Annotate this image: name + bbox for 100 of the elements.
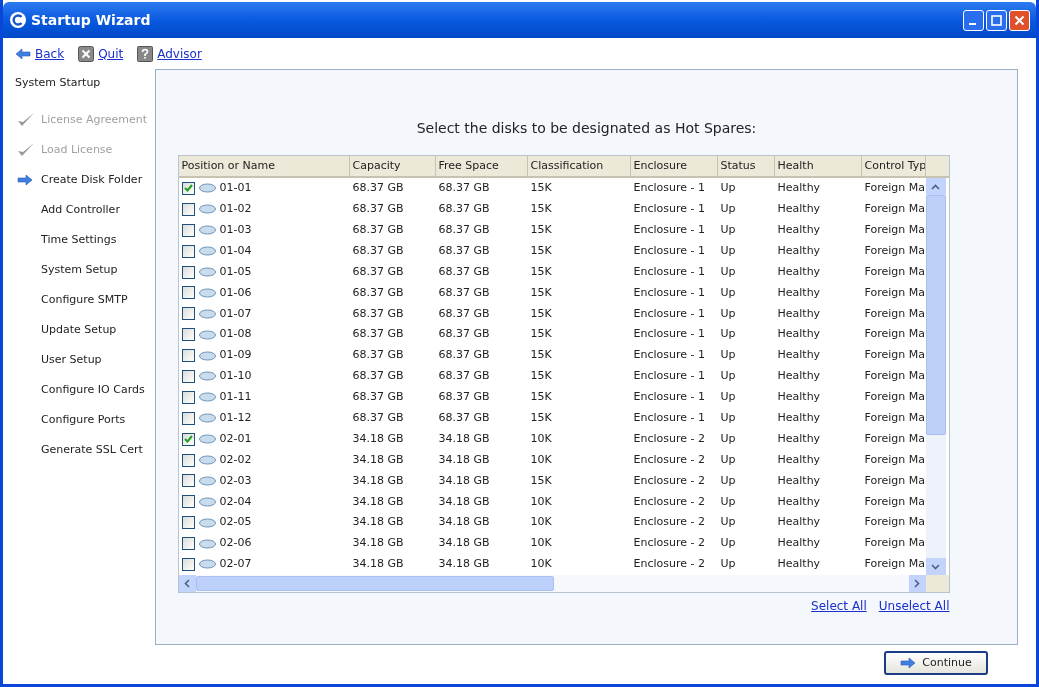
table-cell-text: Healthy xyxy=(777,221,821,238)
column-header[interactable]: Classification xyxy=(527,156,631,178)
sidebar-item[interactable]: Update Setup xyxy=(41,321,117,339)
table-cell: 68.37 GB xyxy=(352,180,404,197)
row-checkbox[interactable] xyxy=(181,244,195,258)
table-cell: 02-07 xyxy=(219,556,252,573)
sidebar-item[interactable]: System Setup xyxy=(41,261,118,279)
table-cell: 15K xyxy=(530,180,552,197)
up-caret-icon xyxy=(931,183,940,190)
row-checkbox[interactable] xyxy=(181,495,195,509)
sidebar-item[interactable]: User Setup xyxy=(41,351,102,369)
row-checkbox[interactable] xyxy=(181,411,195,425)
row-checkbox[interactable] xyxy=(181,557,195,571)
disk-icon xyxy=(198,183,216,194)
table-cell: Enclosure - 1 xyxy=(633,368,705,385)
column-header[interactable]: Position or Name xyxy=(178,156,350,178)
sidebar-item[interactable]: Add Controller xyxy=(41,201,120,219)
table-cell: Enclosure - 2 xyxy=(633,535,705,552)
table-cell: Healthy xyxy=(777,389,821,406)
table-cell-text: 68.37 GB xyxy=(438,221,490,238)
close-button[interactable] xyxy=(1009,9,1030,31)
table-cell-text: Enclosure - 1 xyxy=(633,221,705,238)
table-cell: Healthy xyxy=(777,347,821,364)
table-cell-text: Foreign Ma xyxy=(864,451,925,468)
sidebar-item[interactable]: Configure Ports xyxy=(41,411,126,429)
disk-icon xyxy=(198,434,216,445)
row-checkbox[interactable] xyxy=(181,474,195,488)
column-header[interactable]: Enclosure xyxy=(630,156,718,178)
toolbar-link[interactable]: Advisor xyxy=(157,45,202,63)
table-cell-text: Up xyxy=(720,242,736,259)
toolbar-link[interactable]: Back xyxy=(35,45,65,63)
table-cell-text: Healthy xyxy=(777,451,821,468)
vertical-scrollbar[interactable] xyxy=(925,178,946,575)
table-cell-text: Up xyxy=(720,493,736,510)
table-cell: 68.37 GB xyxy=(438,389,490,406)
disk-icon xyxy=(198,496,216,507)
table-cell-text: 34.18 GB xyxy=(352,493,404,510)
table-cell: Enclosure - 1 xyxy=(633,347,705,364)
column-header[interactable]: Status xyxy=(717,156,775,178)
scrollbar-corner xyxy=(925,575,949,592)
scroll-up-button[interactable] xyxy=(925,178,946,195)
table-cell: 15K xyxy=(530,389,552,406)
sidebar-item[interactable]: Create Disk Folder xyxy=(41,171,143,189)
table-cell: 02-06 xyxy=(219,535,252,552)
sidebar-item[interactable]: Configure SMTP xyxy=(41,291,128,309)
row-checkbox[interactable] xyxy=(181,181,195,195)
scroll-thumb[interactable] xyxy=(925,195,946,435)
window-title: Startup Wizard xyxy=(31,10,151,30)
row-checkbox[interactable] xyxy=(181,265,195,279)
row-checkbox[interactable] xyxy=(181,453,195,467)
disk-icon xyxy=(198,225,216,236)
row-checkbox[interactable] xyxy=(181,516,195,530)
minimize-icon xyxy=(968,22,976,25)
continue-button[interactable]: Continue xyxy=(884,651,988,675)
table-cell: 01-11 xyxy=(219,389,252,406)
table-cell: 68.37 GB xyxy=(438,326,490,343)
row-checkbox[interactable] xyxy=(181,390,195,404)
row-checkbox[interactable] xyxy=(181,537,195,551)
table-cell-text: 34.18 GB xyxy=(438,430,490,447)
table-cell: 68.37 GB xyxy=(352,368,404,385)
table-cell: 01-02 xyxy=(219,201,252,218)
table-cell-text: Enclosure - 1 xyxy=(633,242,705,259)
table-cell-text: 68.37 GB xyxy=(438,410,490,426)
scroll-thumb[interactable] xyxy=(195,576,554,591)
table-cell-text: Up xyxy=(720,221,736,238)
row-checkbox[interactable] xyxy=(181,349,195,363)
column-header[interactable]: Capacity xyxy=(349,156,436,178)
table-cell-text: 02-04 xyxy=(219,493,252,510)
row-checkbox[interactable] xyxy=(181,202,195,216)
disk-icon xyxy=(198,392,216,403)
scroll-left-button[interactable] xyxy=(178,575,196,592)
toolbar-link[interactable]: Quit xyxy=(98,45,124,63)
minimize-button[interactable] xyxy=(963,9,984,31)
row-checkbox[interactable] xyxy=(181,328,195,342)
table-cell-text: 01-06 xyxy=(219,284,252,301)
scroll-right-button[interactable] xyxy=(908,575,926,592)
table-cell-text: 68.37 GB xyxy=(352,284,404,301)
table-cell: Healthy xyxy=(777,326,821,343)
row-checkbox[interactable] xyxy=(181,307,195,321)
row-checkbox[interactable] xyxy=(181,286,195,300)
column-header[interactable]: Free Space xyxy=(435,156,528,178)
table-cell: Up xyxy=(720,556,736,573)
table-cell-text: 15K xyxy=(530,472,552,489)
table-cell-text: Healthy xyxy=(777,493,821,510)
sidebar-item[interactable]: Configure IO Cards xyxy=(41,381,145,399)
table-cell-text: 34.18 GB xyxy=(352,451,404,468)
table-cell-text: 68.37 GB xyxy=(438,284,490,301)
disk-icon xyxy=(198,308,216,319)
select-link[interactable]: Select All xyxy=(811,597,867,615)
maximize-icon xyxy=(991,14,1002,26)
column-header[interactable]: Health xyxy=(774,156,862,178)
maximize-button[interactable] xyxy=(986,9,1007,31)
horizontal-scrollbar[interactable] xyxy=(178,575,926,592)
select-link[interactable]: Unselect All xyxy=(878,597,950,615)
row-checkbox[interactable] xyxy=(181,223,195,237)
row-checkbox[interactable] xyxy=(181,369,195,383)
sidebar-item[interactable]: Generate SSL Cert xyxy=(41,441,143,459)
sidebar-item[interactable]: Time Settings xyxy=(41,231,117,249)
scroll-down-button[interactable] xyxy=(925,558,946,575)
row-checkbox[interactable] xyxy=(181,432,195,446)
